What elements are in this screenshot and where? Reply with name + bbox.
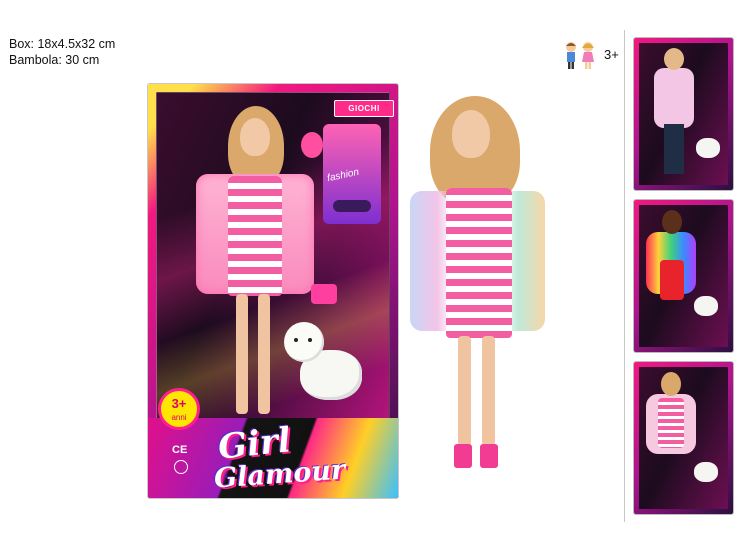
box-size-text: Box: 18x4.5x32 cm (9, 37, 116, 51)
handbag-icon (311, 284, 337, 304)
doll-right-leg (482, 336, 495, 446)
age-badge: 3+ anni (158, 388, 200, 430)
brand-tag: GIOCHI (334, 100, 394, 117)
thumbnail-doll-head (661, 372, 681, 396)
variant-thumbnail (634, 362, 733, 514)
ce-mark: CE (172, 444, 188, 456)
doll-size-text: Bambola: 30 cm (9, 53, 100, 67)
doll-face (452, 110, 490, 158)
loose-doll (410, 96, 550, 476)
doll-face (240, 118, 270, 156)
thumbnail-doll-head (662, 210, 682, 234)
age-badge-unit: anni (171, 413, 187, 422)
doll-left-shoe (454, 444, 472, 468)
accessory-label: fashion (326, 166, 361, 185)
sunglasses-icon (333, 200, 371, 212)
kids-icon (566, 42, 594, 69)
doll-left-leg (458, 336, 471, 446)
thumbnail-dog (696, 138, 720, 158)
age-badge-value: 3+ (171, 396, 187, 411)
doll-right-shoe (480, 444, 498, 468)
recycle-icon (174, 460, 188, 474)
thumbnail-dog (694, 462, 718, 482)
thumbnail-doll-dress (660, 260, 684, 300)
dog-eye (294, 338, 298, 342)
doll-package: GIOCHI fashion 3+ anni CE Girl Glamour (148, 84, 398, 498)
thumbnail-doll-head (664, 48, 684, 70)
variant-thumbnail (634, 38, 733, 190)
thumbnail-doll-pants (664, 124, 684, 174)
thumbnail-doll-coat (654, 68, 694, 128)
doll-left-leg (236, 294, 248, 414)
dog-head (284, 322, 324, 362)
doll-dress (446, 188, 512, 338)
dog-eye (308, 338, 312, 342)
thumbnail-doll-dress (658, 398, 684, 448)
thumbnail-dog (694, 296, 718, 316)
variant-thumbnail (634, 200, 733, 352)
doll-right-leg (258, 294, 270, 414)
age-label: 3+ (604, 47, 619, 62)
product-specs: Box: 18x4.5x32 cm Bambola: 30 cm (9, 36, 115, 68)
accessory-card: fashion (301, 124, 381, 224)
divider (624, 30, 625, 522)
dog-figure (284, 322, 364, 402)
comb-icon (301, 132, 323, 158)
doll-dress (228, 176, 282, 296)
